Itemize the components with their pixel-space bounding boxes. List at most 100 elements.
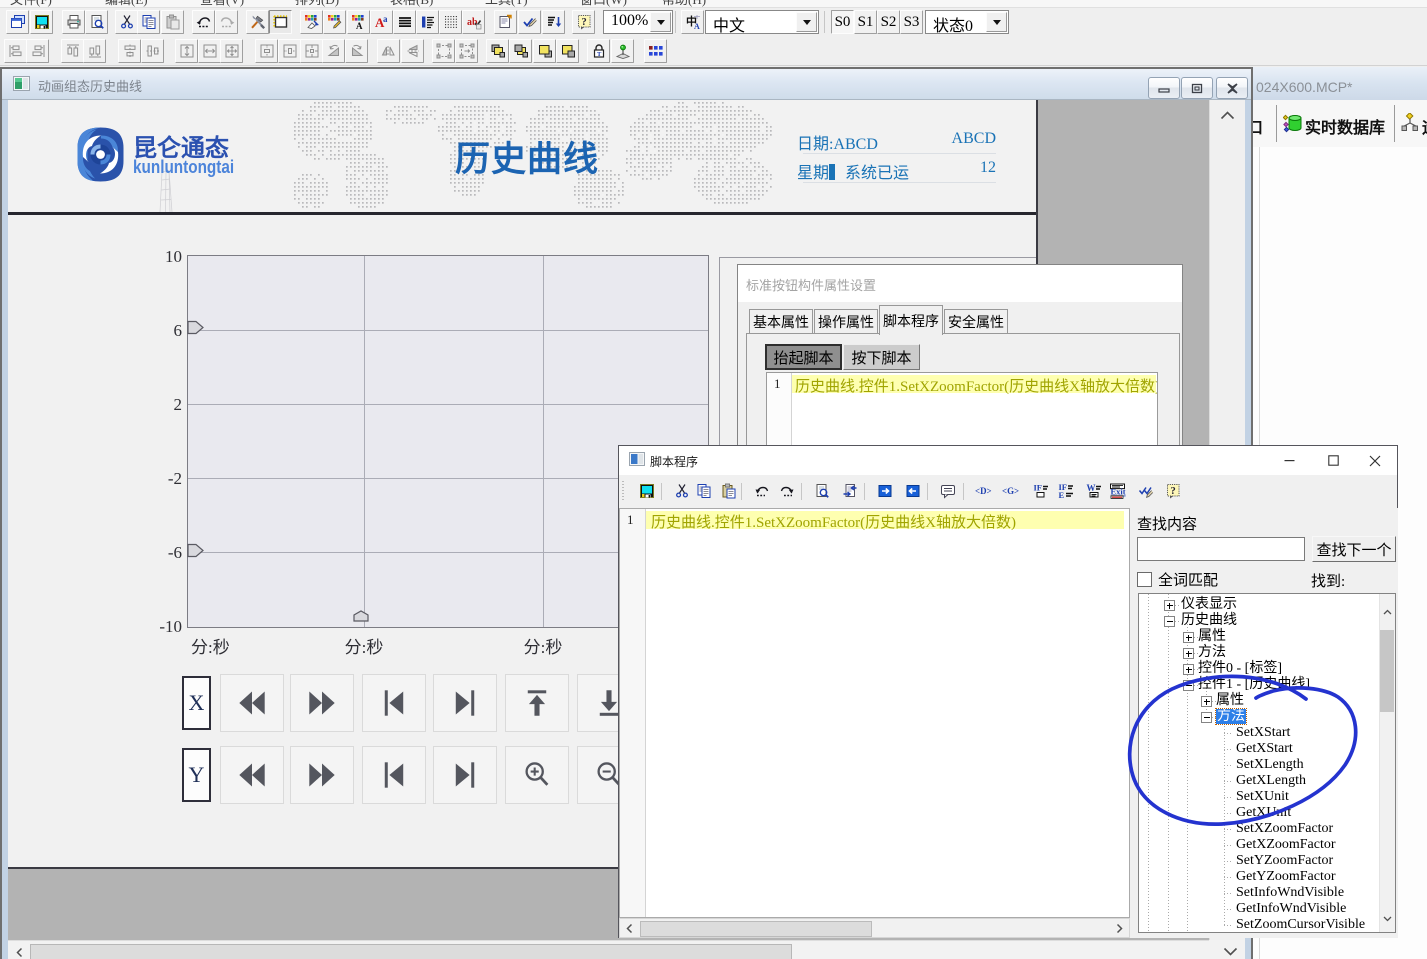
script-comment-button[interactable] [939,483,956,499]
workbench-tab-fragment[interactable]: 口 [1253,114,1263,138]
window-frame-button[interactable] [269,10,292,34]
ungroup-button[interactable] [455,39,478,63]
y-skip-end-button[interactable] [433,746,497,804]
tab-realtime-database[interactable]: 实时数据库 [1305,114,1385,138]
dialog-titlebar[interactable]: 标准按钮构件属性设置 [738,265,1182,302]
spell-check-button[interactable]: ab [462,10,485,34]
tree-item[interactable]: 控件0 - [标签] [1198,661,1282,677]
state-button-S0[interactable]: S0 [831,10,854,34]
tree-item[interactable]: 属性 [1216,693,1244,709]
status-combo[interactable]: 状态0 [925,10,1009,34]
tree-item[interactable]: 方法 [1216,709,1246,725]
tree-expander-minus-icon[interactable] [1183,680,1194,691]
menu-item[interactable]: 编辑(E) [105,0,148,8]
y-zoom-in-button[interactable] [505,746,569,804]
undo-button[interactable] [192,10,215,34]
dialog-tab-1[interactable]: 基本属性 [749,309,813,334]
script-copy-button[interactable] [695,483,712,499]
script-maximize-button[interactable] [1313,446,1353,475]
cut-button[interactable] [115,10,138,34]
tree-item[interactable]: SetXLength [1236,757,1304,773]
state-button-S2[interactable]: S2 [877,10,900,34]
paste-button[interactable] [161,10,184,34]
tree-expander-plus-icon[interactable] [1164,600,1175,611]
dialog-tab-2[interactable]: 操作属性 [814,309,878,334]
scroll-up-icon[interactable] [1220,109,1235,122]
script-if-then-button[interactable]: IF [1032,483,1049,499]
tree-item[interactable]: GetYZoomFactor [1236,869,1336,885]
script-syntax-check-button[interactable] [1137,483,1154,499]
tree-expander-minus-icon[interactable] [1201,712,1212,723]
y-cursor-marker[interactable] [187,544,204,563]
same-height-button[interactable] [175,39,198,63]
tab-raise-script[interactable]: 抬起脚本 [765,344,842,370]
new-page-button[interactable] [6,10,29,34]
dot-grid-button[interactable] [439,10,462,34]
script-minimize-button[interactable] [1269,446,1309,475]
x-skip-start-button[interactable] [362,674,426,732]
send-backward-button[interactable] [509,39,532,63]
line-color-button[interactable] [323,10,346,34]
script-goto-next-button[interactable] [876,483,893,499]
scroll-down-icon[interactable] [1223,945,1238,958]
y-skip-start-button[interactable] [362,746,426,804]
script-help-button[interactable]: ? [1164,483,1181,499]
script-exit-button[interactable]: Exit [1109,483,1126,499]
object-method-tree[interactable]: 仪表显示历史曲线属性方法控件0 - [标签]控件1 - [历史曲线]属性方法Se… [1138,593,1396,933]
script-tag-d-button[interactable]: <D> [975,483,992,499]
find-next-button[interactable]: 查找下一个 [1312,536,1396,562]
minimize-button[interactable] [1148,77,1180,99]
tree-item[interactable]: GetInfoWndVisible [1236,901,1346,917]
center-vert-button[interactable] [118,39,141,63]
workbench-tab-fragment-right[interactable]: 运 [1422,114,1427,138]
tree-item[interactable]: SetXUnit [1236,789,1289,805]
lang-cn-button[interactable]: 中A [681,10,704,34]
flip-horz-button[interactable] [377,39,400,63]
script-paste-button[interactable] [720,483,737,499]
script-h-scroll-thumb[interactable] [640,921,872,937]
x-cursor-marker[interactable] [353,609,369,627]
grid-show-button[interactable] [644,39,667,63]
state-button-S3[interactable]: S3 [900,10,923,34]
script-scroll-right-icon[interactable] [1116,923,1123,936]
save-button[interactable] [30,10,53,34]
help-button[interactable]: ? [572,10,595,34]
find-input[interactable] [1137,537,1305,561]
tree-expander-plus-icon[interactable] [1183,648,1194,659]
center-window-v-button[interactable] [278,39,301,63]
text-list-button[interactable] [416,10,439,34]
tree-item[interactable]: GetXUnit [1236,805,1291,821]
tree-item[interactable]: GetXLength [1236,773,1306,789]
tree-item[interactable]: 历史曲线 [1181,613,1237,629]
dialog-tab-4[interactable]: 安全属性 [944,309,1008,334]
zoom-combo[interactable]: 100% [603,10,673,34]
tree-item[interactable]: 属性 [1198,629,1226,645]
align-left-button[interactable] [4,39,27,63]
script-redo-button[interactable] [778,483,795,499]
tree-scroll-thumb[interactable] [1380,630,1394,712]
tree-item[interactable]: 控件1 - [历史曲线] [1198,677,1310,693]
main-window-titlebar[interactable]: 动画组态历史曲线 [2,69,1251,100]
same-size-button[interactable] [220,39,243,63]
center-horz-button[interactable] [141,39,164,63]
nudge-button[interactable] [300,39,323,63]
tree-item[interactable]: 方法 [1198,645,1226,661]
x-scroll-top-button[interactable] [505,674,569,732]
maximize-button[interactable] [1181,77,1213,99]
h-scroll-thumb[interactable] [30,944,792,959]
print-button[interactable] [62,10,85,34]
tree-item[interactable]: GetXZoomFactor [1236,837,1336,853]
bring-forward-button[interactable] [486,39,509,63]
group-button[interactable] [432,39,455,63]
script-save-button[interactable] [638,483,655,499]
copy-button[interactable] [137,10,160,34]
y-rewind-button[interactable] [220,746,284,804]
close-button[interactable] [1216,77,1248,99]
confirm-check-button[interactable] [518,10,541,34]
whole-word-checkbox[interactable] [1137,572,1152,587]
center-window-h-button[interactable] [255,39,278,63]
send-to-back-button[interactable] [556,39,579,63]
rotate-left-button[interactable] [322,39,345,63]
x-fast-forward-button[interactable] [290,674,354,732]
state-button-S1[interactable]: S1 [854,10,877,34]
